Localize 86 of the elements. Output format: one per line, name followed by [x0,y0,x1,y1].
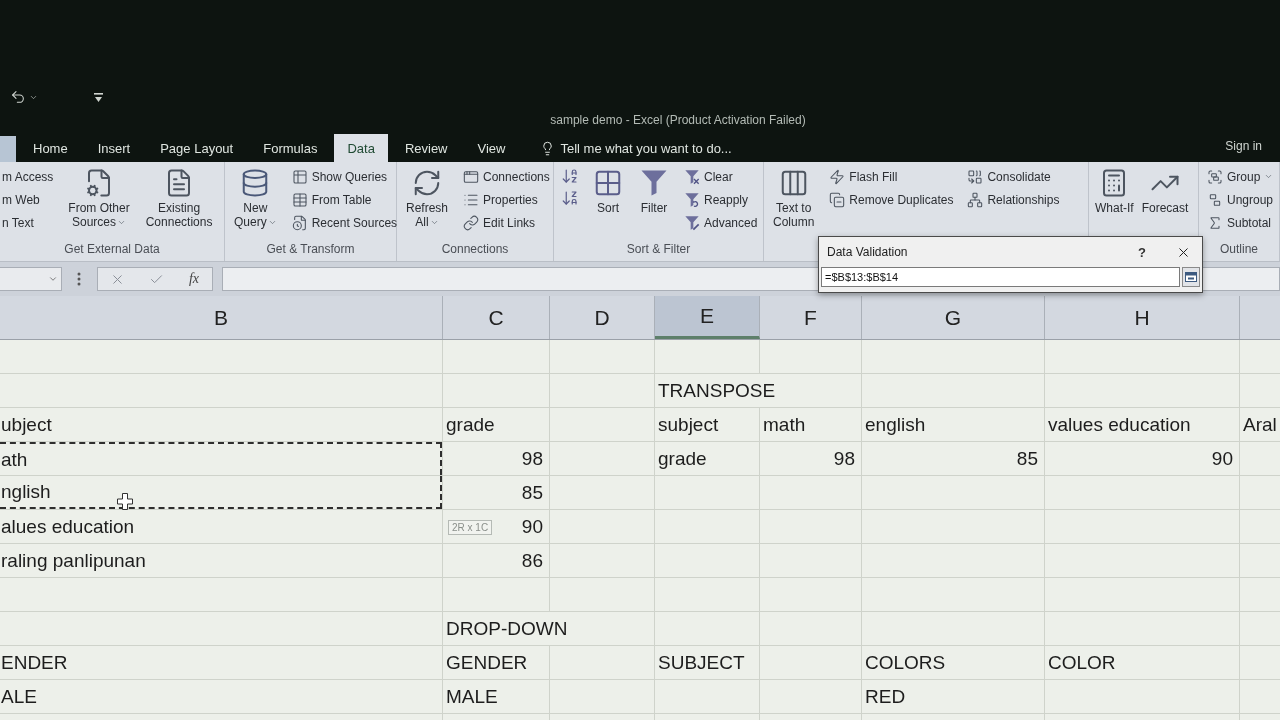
table-icon [291,191,308,208]
group-label: Get & Transform [266,242,355,257]
cell-text: nglish [0,476,442,509]
ribbon-button[interactable]: Group [1205,166,1276,187]
undo-icon[interactable] [10,89,26,105]
ribbon-button[interactable]: Existing Connections [142,166,216,231]
grid-icon [593,168,623,198]
sort-descending-button[interactable] [560,188,580,208]
group-label: Connections [441,242,509,257]
name-box-field[interactable] [0,267,62,291]
filter-icon [639,168,669,198]
ribbon-button[interactable]: Reapply [682,189,760,210]
funnel-redo-icon [684,191,700,208]
copy-minus-icon [829,191,846,208]
ribbon-button[interactable]: New Query [231,166,280,231]
ribbon-button[interactable]: m Web [0,189,56,210]
ribbon-button[interactable]: Forecast [1138,166,1192,217]
ribbon-tab[interactable]: Page Layout [147,134,247,162]
ribbon-button[interactable]: Flash Fill [827,166,956,187]
column-header[interactable]: H [1045,296,1240,339]
ribbon-button[interactable]: Filter [636,166,672,217]
column-header[interactable]: G [862,296,1045,339]
window-icon [463,168,480,185]
refresh-icon [412,168,442,198]
ribbon-button[interactable]: Recent Sources [289,212,400,233]
ungroup-icon [1207,191,1223,208]
reference-field[interactable]: =$B$13:$B$14 [821,267,1180,287]
sort-ascending-button[interactable] [560,166,580,186]
ribbon-button[interactable]: Consolidate [965,166,1062,187]
bar-caret-icon[interactable] [94,92,103,102]
grip-dots-icon[interactable] [77,272,81,286]
ribbon-button[interactable]: Edit Links [461,212,552,233]
ribbon-button[interactable]: Clear [682,166,760,187]
ribbon-button[interactable]: What-If [1092,166,1137,217]
column-header[interactable]: B [0,296,443,339]
insert-function-button[interactable]: fx [186,271,201,287]
file-clock-icon [291,214,308,231]
group-label: Get External Data [64,242,160,257]
window-title: sample demo - Excel (Product Activation Failed) [550,113,806,127]
group-label: Outline [1220,242,1258,257]
help-button[interactable]: ? [1135,244,1149,260]
ribbon-button[interactable]: Relationships [965,189,1062,210]
sort-ascending-icon [561,167,579,185]
group-icon [1207,168,1223,185]
network-icon [967,191,984,208]
ribbon-tab[interactable]: Data [334,134,388,162]
ribbon-tab[interactable]: Review [391,134,461,162]
ribbon-button[interactable]: n Text [0,212,56,233]
ribbon-button[interactable]: Connections [461,166,552,187]
column-header[interactable]: E [655,296,760,339]
ribbon-button[interactable]: Refresh All [403,166,452,231]
dialog-title: Data Validation [827,245,908,259]
caret-icon [48,274,58,284]
tell-me-field[interactable]: Tell me what you want to do... [560,140,761,156]
expand-dialog-button[interactable] [1182,267,1200,287]
sign-in-link[interactable]: Sign in [1225,139,1262,153]
ribbon-button[interactable]: Properties [461,189,552,210]
ribbon-tab[interactable]: View [464,134,519,162]
ribbon-button[interactable]: From Other Sources [65,166,133,231]
plus-cursor-icon [117,493,133,510]
cell-text: ath [0,442,442,475]
column-header[interactable]: C [443,296,550,339]
range-size-tip: 2R x 1C [448,519,493,535]
sigma-icon [1207,214,1223,231]
ribbon-button[interactable]: Subtotal [1205,212,1276,233]
ribbon-button[interactable]: Advanced [682,212,760,233]
ribbon-button[interactable]: m Access [0,166,56,187]
ribbon-button[interactable]: From Table [289,189,400,210]
funnel-pen-icon [684,214,700,231]
link-icon [463,214,480,231]
ribbon-button[interactable]: Ungroup [1205,189,1276,210]
funnel-x-icon [684,168,700,185]
sort-descending-icon [561,189,579,207]
combine-icon [967,168,984,185]
ribbon-button[interactable]: Sort [590,166,626,217]
table-icon [291,168,308,185]
group-label: Sort & Filter [626,242,691,257]
lightning-icon [829,168,846,185]
ribbon-tab[interactable]: Home [20,134,81,162]
ribbon-button[interactable]: Remove Duplicates [827,189,956,210]
ribbon-button[interactable]: Show Queries [289,166,400,187]
column-header[interactable]: F [760,296,862,339]
ribbon-button[interactable]: Text to Column [770,166,818,231]
ribbon-tab[interactable]: Formulas [250,134,331,162]
ribbon-tab[interactable]: Insert [84,134,144,162]
window-icon [1185,272,1197,282]
